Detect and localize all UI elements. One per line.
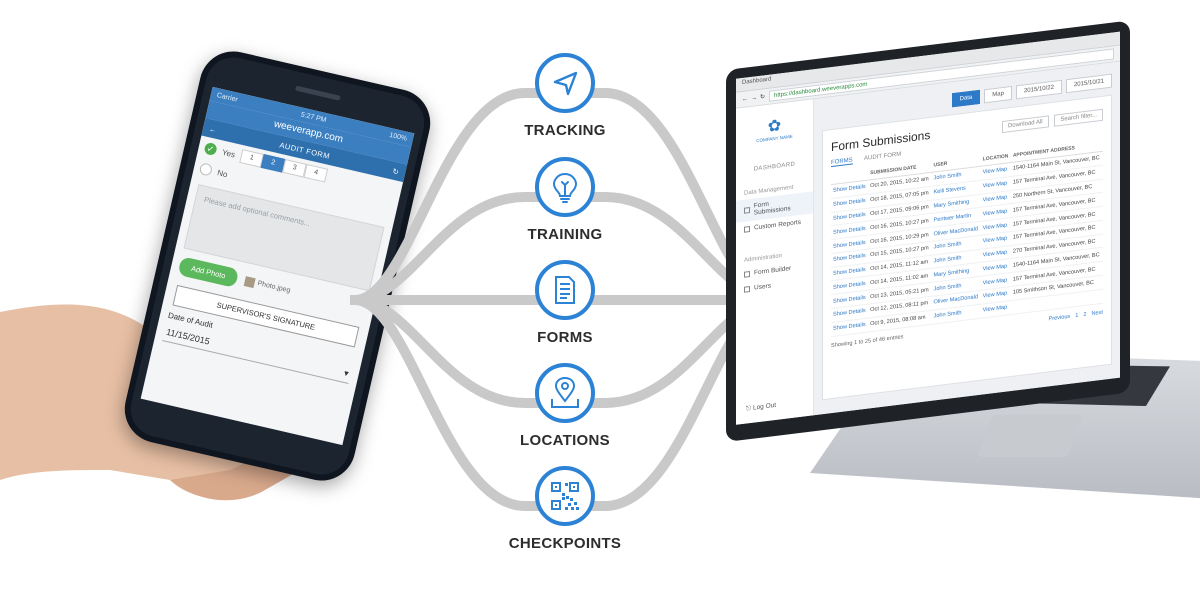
data-view-button[interactable]: Data (951, 89, 981, 108)
feature-label: TRAINING (528, 226, 603, 243)
submissions-table: SUBMISSION DATE USER LOCATION APPOINTMENT A… (831, 138, 1103, 337)
sidebar-item-label: Users (754, 282, 771, 292)
pagination-item[interactable]: 2 (1083, 311, 1086, 317)
laptop-lid: Dashboard ← → ↻ https://dashboard.weever… (726, 20, 1130, 442)
sidebar: ✿ COMPANY NAME DASHBOARD Data Management… (736, 99, 814, 425)
map-view-button[interactable]: Map (984, 85, 1012, 104)
feature-label: FORMS (537, 329, 593, 346)
logout-link[interactable]: ⎋ Log Out (746, 402, 776, 414)
logout-label: Log Out (752, 401, 777, 412)
logout-icon: ⎋ (746, 404, 753, 413)
user-icon (744, 285, 750, 293)
table-body: Show Details Oct 20, 2015, 10:22 am John S… (831, 151, 1103, 337)
list-icon (744, 207, 750, 214)
sidebar-item-label: Custom Reports (754, 218, 801, 232)
pagination: Previous 1 2 Next (1043, 309, 1103, 322)
forward-arrow-icon[interactable]: → (751, 95, 757, 102)
view-map-link[interactable]: View Map (980, 300, 1011, 318)
pagination-item[interactable]: Previous (1048, 313, 1070, 322)
feature-training[interactable]: TRAINING (528, 157, 603, 243)
dashboard-link[interactable]: DASHBOARD (736, 159, 813, 174)
date-to-picker[interactable]: 2015/10/21 (1065, 73, 1112, 94)
date-from-picker[interactable]: 2015/10/22 (1015, 79, 1062, 100)
sidebar-item-label: Form Submissions (753, 200, 791, 217)
dashboard-app: ✿ COMPANY NAME DASHBOARD Data Management… (736, 61, 1120, 425)
report-icon (744, 225, 750, 233)
company-logo[interactable]: ✿ COMPANY NAME (753, 115, 797, 150)
feature-label: LOCATIONS (520, 432, 610, 449)
sidebar-item-label: Form Builder (754, 264, 792, 277)
pagination-item[interactable]: Next (1091, 309, 1103, 316)
search-input[interactable]: Search filter... (1054, 108, 1103, 127)
download-all-button[interactable]: Download All (1001, 115, 1049, 134)
feature-forms[interactable]: FORMS (535, 260, 595, 346)
laptop-screen: Dashboard ← → ↻ https://dashboard.weever… (736, 31, 1120, 425)
back-arrow-icon[interactable]: ← (742, 96, 748, 103)
hero-stage: Carrier 5:27 PM 100% weeverapp.com ← AUD… (0, 0, 1200, 604)
builder-icon (744, 270, 750, 278)
reload-icon[interactable]: ↻ (760, 93, 765, 101)
submissions-card: Form Submissions Download All Search fil… (822, 94, 1112, 401)
main-panel: Data Map 2015/10/22 2015/10/21 Form Subm… (814, 61, 1120, 416)
tab-forms[interactable]: FORMS (831, 157, 853, 168)
entries-summary: Showing 1 to 25 of 46 entries (831, 333, 904, 349)
feature-icon-ring (535, 363, 595, 423)
pagination-item[interactable]: 1 (1075, 312, 1078, 318)
feature-label: CHECKPOINTS (509, 535, 621, 552)
laptop: Dashboard ← → ↻ https://dashboard.weever… (700, 20, 1200, 500)
feature-label: TRACKING (524, 122, 606, 139)
laptop-trackpad (977, 415, 1083, 457)
feature-icon-ring (535, 53, 595, 113)
